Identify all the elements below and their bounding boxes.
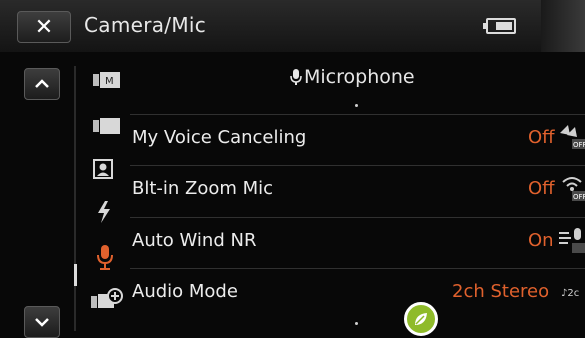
- page-indicator-top: [355, 104, 358, 107]
- leaf-icon: [415, 313, 427, 325]
- zoom-mic-off-icon: OFF: [562, 177, 585, 201]
- flash-icon[interactable]: [96, 200, 112, 224]
- microphone-icon[interactable]: [96, 244, 114, 272]
- svg-text:OFF: OFF: [573, 141, 585, 149]
- row-value: On: [528, 230, 554, 251]
- scroll-track[interactable]: [74, 66, 76, 331]
- add-icon[interactable]: [90, 288, 124, 312]
- title-bar-edge: [541, 0, 585, 52]
- list-item-voice-canceling[interactable]: My Voice Canceling Off OFF: [130, 114, 585, 162]
- svg-text:OFF: OFF: [573, 193, 585, 201]
- row-value: Off: [528, 127, 555, 148]
- row-label: Auto Wind NR: [132, 230, 257, 251]
- movie-mode-icon[interactable]: M: [92, 70, 122, 90]
- row-label: Blt-in Zoom Mic: [132, 178, 274, 199]
- list-item-zoom-mic[interactable]: Blt-in Zoom Mic Off OFF: [130, 165, 585, 213]
- svg-text:♪2c: ♪2c: [561, 288, 579, 299]
- wind-nr-icon: [559, 228, 585, 253]
- scroll-down-button[interactable]: [24, 306, 60, 338]
- row-value: Off: [528, 178, 555, 199]
- page-indicator-bottom: [355, 322, 358, 325]
- audio-mode-icon: ♪2c: [561, 288, 579, 299]
- close-icon: ✕: [34, 14, 54, 40]
- page-title: Camera/Mic: [84, 13, 207, 37]
- scroll-thumb[interactable]: [74, 264, 77, 286]
- camera-icon[interactable]: [92, 116, 122, 136]
- scroll-up-button[interactable]: [24, 68, 60, 100]
- section-header: Microphone: [290, 66, 415, 88]
- row-label: My Voice Canceling: [132, 127, 307, 148]
- portrait-icon[interactable]: [92, 158, 114, 180]
- svg-text:M: M: [105, 76, 114, 87]
- microphone-icon: [290, 69, 302, 85]
- row-label: Audio Mode: [132, 281, 238, 302]
- row-value: 2ch Stereo: [452, 281, 550, 302]
- chevron-up-icon: [35, 79, 49, 88]
- battery-icon: [483, 18, 516, 34]
- close-button[interactable]: ✕: [17, 11, 71, 43]
- section-title: Microphone: [304, 66, 415, 88]
- voice-canceling-off-icon: OFF: [560, 125, 585, 149]
- list-item-audio-mode[interactable]: Audio Mode 2ch Stereo ♪2c: [130, 268, 585, 316]
- chevron-down-icon: [35, 318, 49, 327]
- list-item-wind-nr[interactable]: Auto Wind NR On: [130, 217, 585, 265]
